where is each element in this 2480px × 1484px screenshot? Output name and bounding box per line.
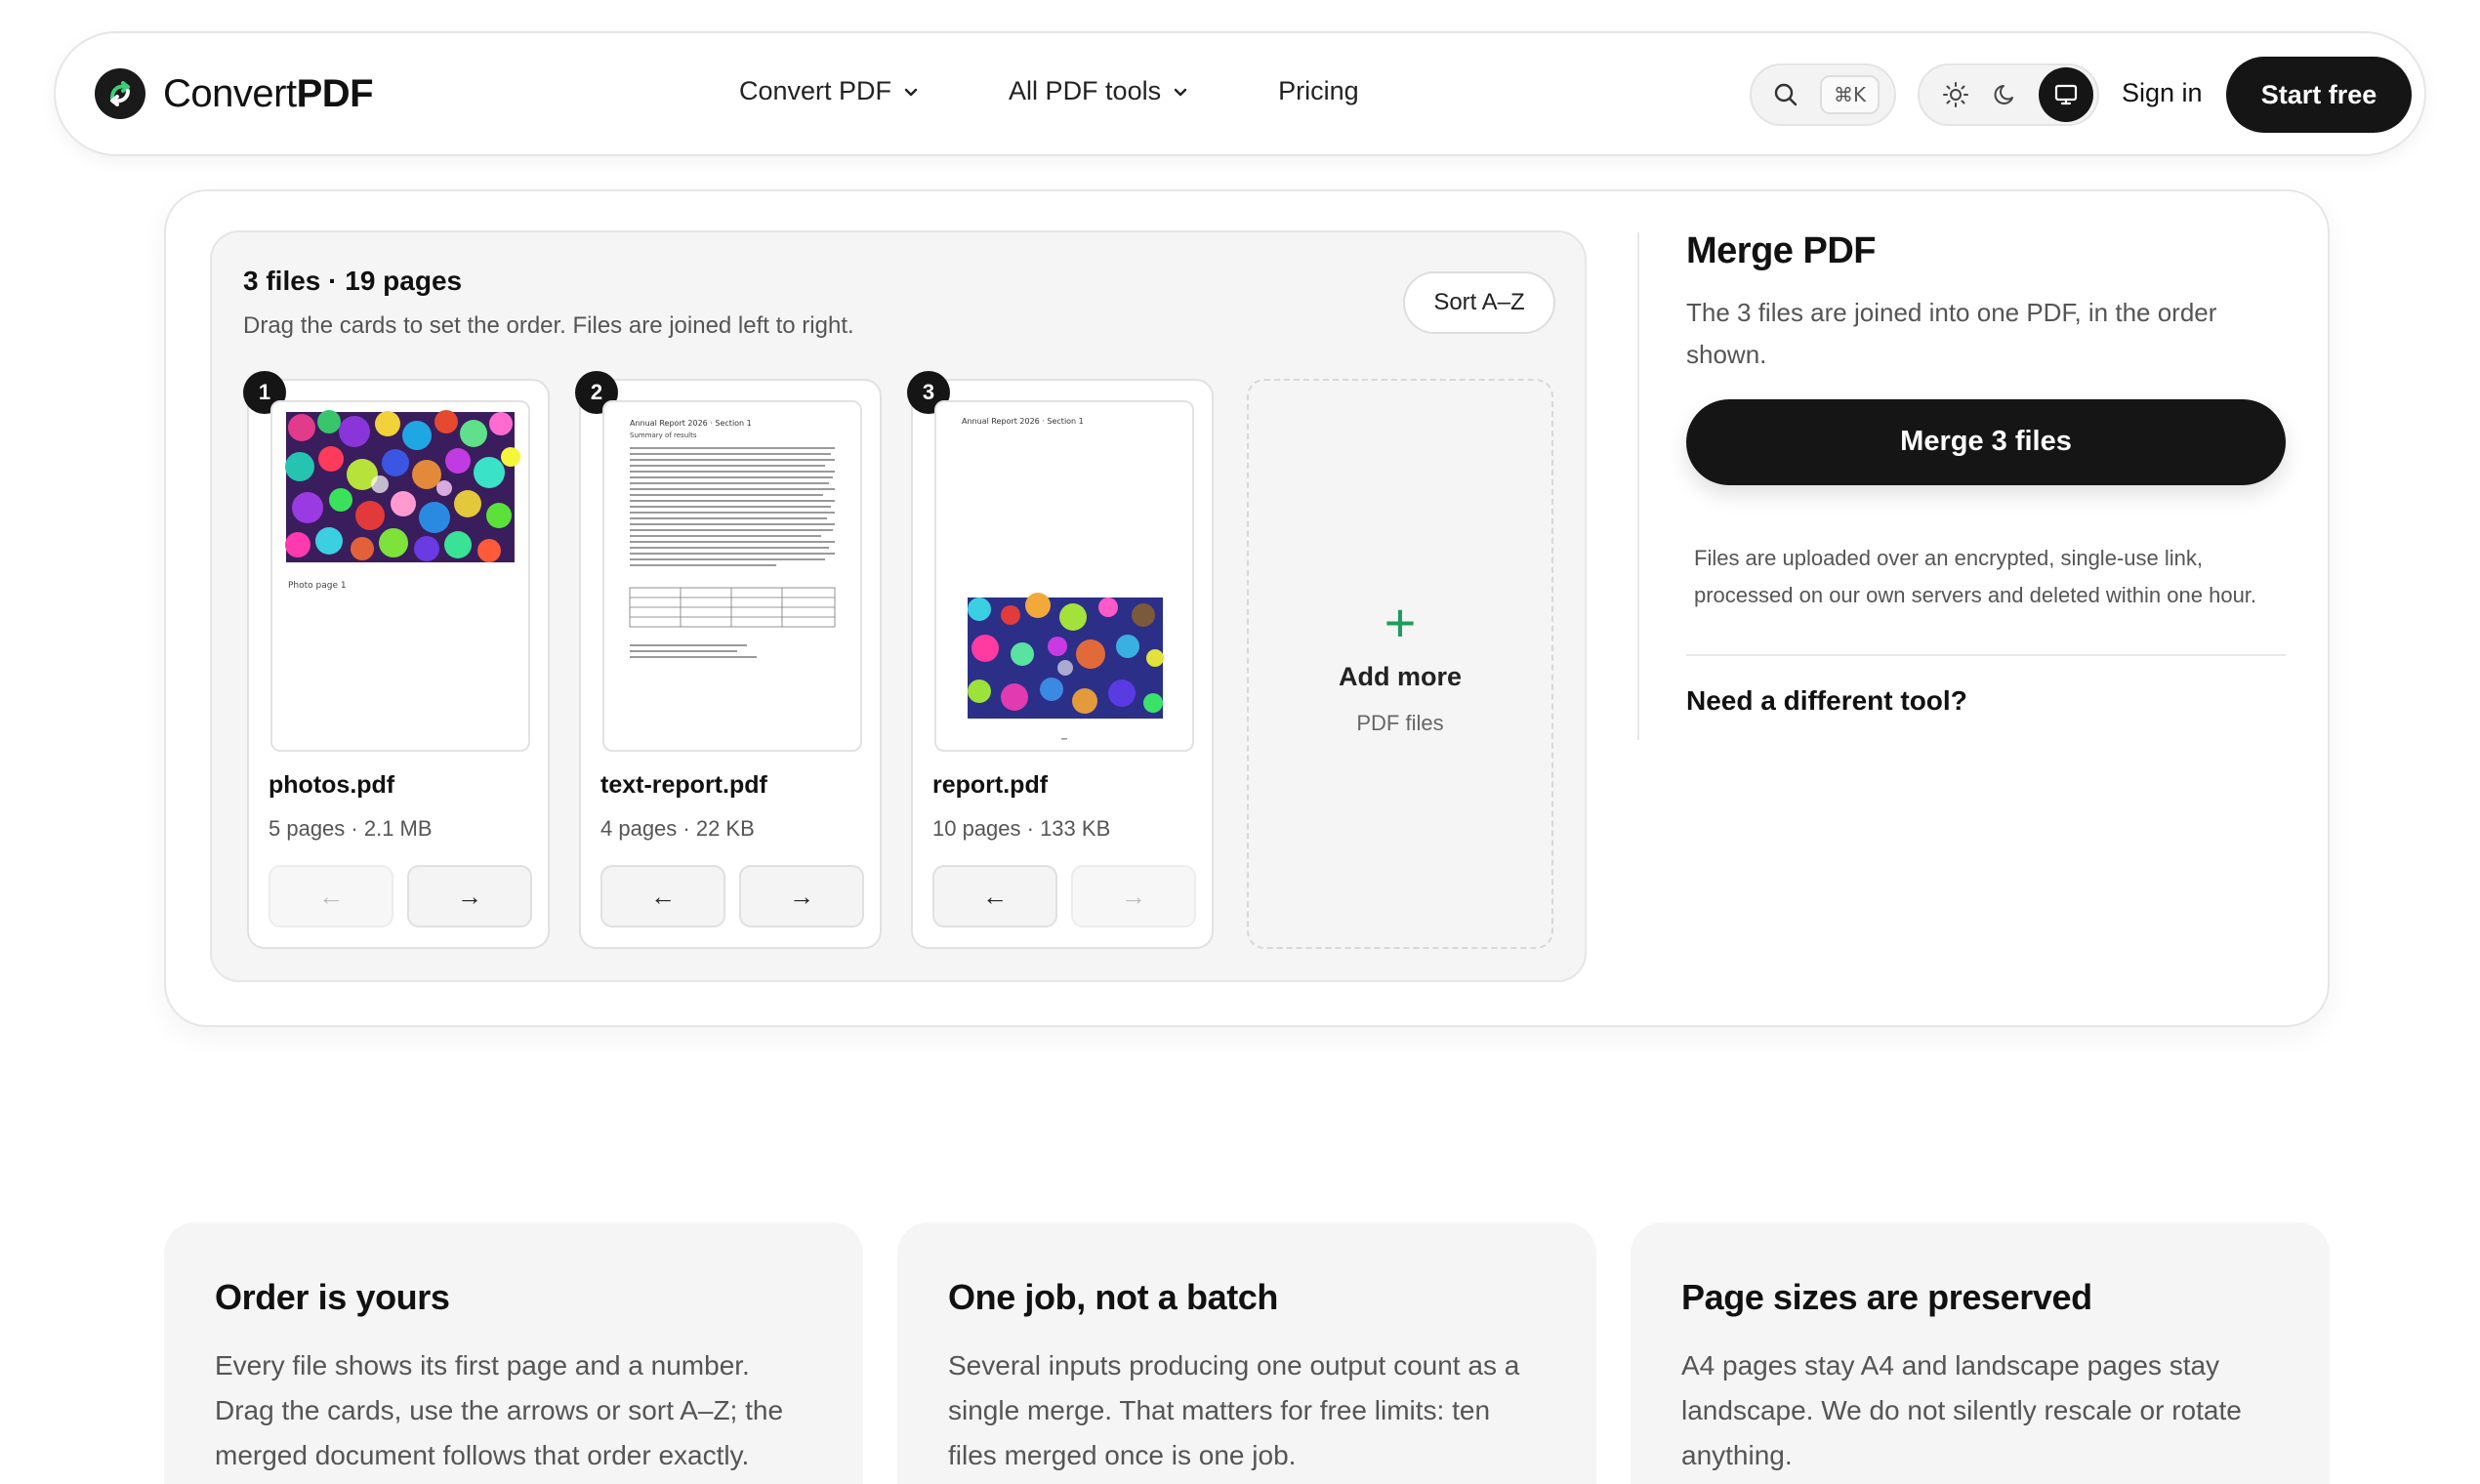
add-more-title: Add more <box>1338 662 1462 691</box>
search-button[interactable]: ⌘K <box>1750 63 1896 126</box>
monitor-icon <box>2054 84 2078 105</box>
nav-convert-pdf[interactable]: Convert PDF <box>739 76 919 106</box>
nav-all-pdf-tools-label: All PDF tools <box>1009 76 1162 105</box>
feature-body: A4 pages stay A4 and landscape pages sta… <box>1681 1350 2242 1471</box>
tool-title: Merge PDF <box>1686 230 1876 271</box>
moon-icon <box>1994 85 2013 104</box>
add-more-subtitle: PDF files <box>1356 711 1444 735</box>
theme-light-button[interactable] <box>1939 78 1972 111</box>
reorder-controls: ← → <box>932 865 1196 928</box>
files-summary: 3 files · 19 pages <box>243 266 463 296</box>
file-name: report.pdf <box>932 771 1049 799</box>
search-shortcut: ⌘K <box>1820 75 1881 114</box>
file-preview-thumbnail: Photo page 1 <box>270 400 530 752</box>
main-nav: Convert PDF All PDF tools Pricing <box>739 76 1359 106</box>
merge-sidebar: Merge PDF The 3 files are joined into on… <box>1686 230 2286 717</box>
feature-title: Page sizes are preserved <box>1681 1277 2092 1317</box>
feature-card: One job, not a batch Several inputs prod… <box>897 1222 1596 1484</box>
feature-title: One job, not a batch <box>948 1277 1279 1317</box>
reorder-controls: ← → <box>269 865 532 928</box>
brand-name: ConvertPDF <box>163 71 374 115</box>
theme-system-button[interactable] <box>2039 67 2093 122</box>
sidebar-divider <box>1686 653 2286 656</box>
file-preview-thumbnail: Annual Report 2026 · Section 1 Summary o… <box>602 400 862 752</box>
file-preview-thumbnail: Annual Report 2026 · Section 1 <box>934 400 1194 752</box>
move-left-button[interactable]: ← <box>932 865 1057 928</box>
preview-caption: Photo page 1 <box>288 581 347 591</box>
plus-icon: + <box>1384 592 1417 653</box>
file-meta: 4 pages · 22 KB <box>600 816 755 841</box>
file-card-photos[interactable]: 1 Photo page 1 photos.pdf 5 pages · 2.1 … <box>243 371 550 949</box>
chevron-down-icon <box>1174 88 1187 96</box>
preview-heading: Annual Report 2026 · Section 1 <box>962 417 1084 426</box>
text-page-preview: Annual Report 2026 · Section 1 Summary o… <box>629 419 836 658</box>
feature-card: Order is yours Every file shows its firs… <box>164 1222 863 1484</box>
reorder-controls: ← → <box>600 865 864 928</box>
file-card-text-report[interactable]: 2 Annual Report 2026 · Section 1 Summary… <box>575 371 882 949</box>
file-meta: 10 pages · 133 KB <box>932 816 1111 841</box>
file-meta: 5 pages · 2.1 MB <box>269 816 433 841</box>
nav-all-pdf-tools[interactable]: All PDF tools <box>1009 76 1188 106</box>
file-name: text-report.pdf <box>600 771 767 799</box>
nav-pricing[interactable]: Pricing <box>1278 76 1359 106</box>
tool-description: The 3 files are joined into one PDF, in … <box>1686 298 2217 369</box>
feature-title: Order is yours <box>215 1277 450 1317</box>
nav-pricing-label: Pricing <box>1278 76 1359 105</box>
top-navbar: ConvertPDF Convert PDF All PDF tools Pri… <box>54 31 2426 156</box>
different-tool-link[interactable]: Need a different tool? <box>1686 685 2286 717</box>
panel-divider <box>1637 232 1639 740</box>
feature-body: Several inputs producing one output coun… <box>948 1350 1520 1471</box>
logo-icon <box>95 68 145 119</box>
file-name: photos.pdf <box>269 771 395 799</box>
mixed-page-preview: Annual Report 2026 · Section 1 <box>962 417 1164 740</box>
move-right-button[interactable]: → <box>739 865 864 928</box>
files-hint: Drag the cards to set the order. Files a… <box>243 312 854 339</box>
move-left-button[interactable]: ← <box>269 865 393 928</box>
search-icon <box>1774 83 1798 106</box>
preview-subheading: Summary of results <box>630 432 697 439</box>
merge-files-button[interactable]: Merge 3 files <box>1686 398 2286 485</box>
sort-az-button[interactable]: Sort A–Z <box>1403 271 1555 334</box>
theme-switcher <box>1918 63 2099 126</box>
start-free-button[interactable]: Start free <box>2226 57 2412 133</box>
move-left-button[interactable]: ← <box>600 865 725 928</box>
nav-convert-pdf-label: Convert PDF <box>739 76 892 105</box>
sign-in-link[interactable]: Sign in <box>2122 78 2203 108</box>
preview-heading: Annual Report 2026 · Section 1 <box>630 419 752 428</box>
privacy-note: Files are uploaded over an encrypted, si… <box>1694 545 2257 608</box>
move-right-button[interactable]: → <box>407 865 532 928</box>
brand-logo[interactable]: ConvertPDF <box>95 68 374 119</box>
move-right-button[interactable]: → <box>1071 865 1196 928</box>
file-drop-zone: 3 files · 19 pages Drag the cards to set… <box>210 230 1587 982</box>
file-card-report[interactable]: 3 Annual Report 2026 · Section 1 report.… <box>907 371 1214 949</box>
feature-card: Page sizes are preserved A4 pages stay A… <box>1631 1222 2330 1484</box>
feature-body: Every file shows its first page and a nu… <box>215 1350 784 1471</box>
merge-panel: 3 files · 19 pages Drag the cards to set… <box>164 189 2330 1027</box>
sun-icon <box>1943 82 1968 107</box>
add-more-files-dropzone[interactable]: + Add more PDF files <box>1247 379 1553 949</box>
theme-dark-button[interactable] <box>1989 78 2022 111</box>
chevron-down-icon <box>904 88 918 96</box>
photo-page-preview: Photo page 1 <box>285 410 520 591</box>
